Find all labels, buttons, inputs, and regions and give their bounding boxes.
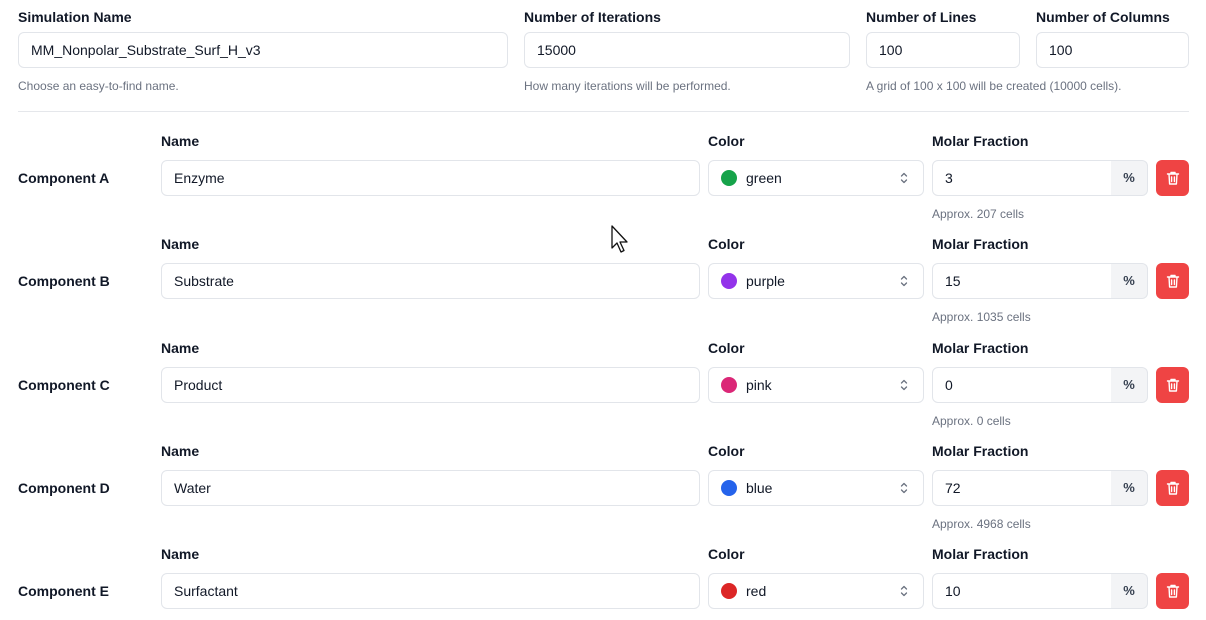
chevron-up-down-icon [900, 275, 908, 287]
grid-hint: A grid of 100 x 100 will be created (100… [866, 79, 1122, 93]
component-name-input[interactable]: Surfactant [161, 573, 700, 609]
molar-fraction-input[interactable]: 10 [932, 573, 1112, 609]
fraction-column-label: Molar Fraction [932, 443, 1029, 459]
delete-component-button[interactable] [1156, 160, 1189, 196]
approx-cells-hint: Approx. 207 cells [932, 207, 1025, 221]
molar-fraction-input[interactable]: 72 [932, 470, 1112, 506]
color-swatch [721, 583, 737, 599]
percent-addon: % [1111, 263, 1148, 299]
component-name-input[interactable]: Product [161, 367, 700, 403]
columns-label: Number of Columns [1036, 9, 1170, 25]
iterations-hint: How many iterations will be performed. [524, 79, 731, 93]
approx-cells-hint: Approx. 0 cells [932, 414, 1011, 428]
trash-icon [1166, 171, 1180, 185]
percent-addon: % [1111, 573, 1148, 609]
component-color-select[interactable]: pink [708, 367, 924, 403]
component-name-input[interactable]: Enzyme [161, 160, 700, 196]
color-column-label: Color [708, 443, 745, 459]
chevron-up-down-icon [900, 172, 908, 184]
molar-fraction-input[interactable]: 3 [932, 160, 1112, 196]
color-swatch [721, 273, 737, 289]
iterations-input[interactable]: 15000 [524, 32, 850, 68]
name-column-label: Name [161, 546, 200, 562]
color-column-label: Color [708, 340, 745, 356]
approx-cells-hint: Approx. 1035 cells [932, 310, 1031, 324]
percent-addon: % [1111, 367, 1148, 403]
color-value: blue [746, 480, 773, 496]
fraction-column-label: Molar Fraction [932, 546, 1029, 562]
name-column-label: Name [161, 133, 200, 149]
lines-input[interactable]: 100 [866, 32, 1020, 68]
simulation-name-hint: Choose an easy-to-find name. [18, 79, 179, 93]
name-column-label: Name [161, 443, 200, 459]
component-name-input[interactable]: Substrate [161, 263, 700, 299]
delete-component-button[interactable] [1156, 263, 1189, 299]
component-label: Component B [18, 273, 110, 289]
section-divider [18, 111, 1189, 112]
component-label: Component C [18, 377, 110, 393]
iterations-label: Number of Iterations [524, 9, 661, 25]
trash-icon [1166, 274, 1180, 288]
mouse-pointer-icon [611, 225, 628, 253]
component-color-select[interactable]: red [708, 573, 924, 609]
trash-icon [1166, 584, 1180, 598]
trash-icon [1166, 378, 1180, 392]
columns-input[interactable]: 100 [1036, 32, 1189, 68]
fraction-column-label: Molar Fraction [932, 340, 1029, 356]
fraction-column-label: Molar Fraction [932, 133, 1029, 149]
name-column-label: Name [161, 340, 200, 356]
component-color-select[interactable]: purple [708, 263, 924, 299]
component-label: Component A [18, 170, 110, 186]
component-color-select[interactable]: green [708, 160, 924, 196]
component-label: Component E [18, 583, 109, 599]
delete-component-button[interactable] [1156, 367, 1189, 403]
simulation-name-label: Simulation Name [18, 9, 132, 25]
color-column-label: Color [708, 236, 745, 252]
color-value: red [746, 583, 767, 599]
color-swatch [721, 480, 737, 496]
component-name-input[interactable]: Water [161, 470, 700, 506]
trash-icon [1166, 481, 1180, 495]
color-swatch [721, 170, 737, 186]
percent-addon: % [1111, 160, 1148, 196]
fraction-column-label: Molar Fraction [932, 236, 1029, 252]
color-value: green [746, 170, 782, 186]
chevron-up-down-icon [900, 379, 908, 391]
color-column-label: Color [708, 133, 745, 149]
approx-cells-hint: Approx. 4968 cells [932, 517, 1031, 531]
component-label: Component D [18, 480, 110, 496]
color-swatch [721, 377, 737, 393]
color-column-label: Color [708, 546, 745, 562]
percent-addon: % [1111, 470, 1148, 506]
delete-component-button[interactable] [1156, 573, 1189, 609]
component-color-select[interactable]: blue [708, 470, 924, 506]
delete-component-button[interactable] [1156, 470, 1189, 506]
chevron-up-down-icon [900, 585, 908, 597]
molar-fraction-input[interactable]: 0 [932, 367, 1112, 403]
molar-fraction-input[interactable]: 15 [932, 263, 1112, 299]
chevron-up-down-icon [900, 482, 908, 494]
color-value: pink [746, 377, 772, 393]
lines-label: Number of Lines [866, 9, 977, 25]
name-column-label: Name [161, 236, 200, 252]
simulation-name-input[interactable]: MM_Nonpolar_Substrate_Surf_H_v3 [18, 32, 508, 68]
color-value: purple [746, 273, 785, 289]
